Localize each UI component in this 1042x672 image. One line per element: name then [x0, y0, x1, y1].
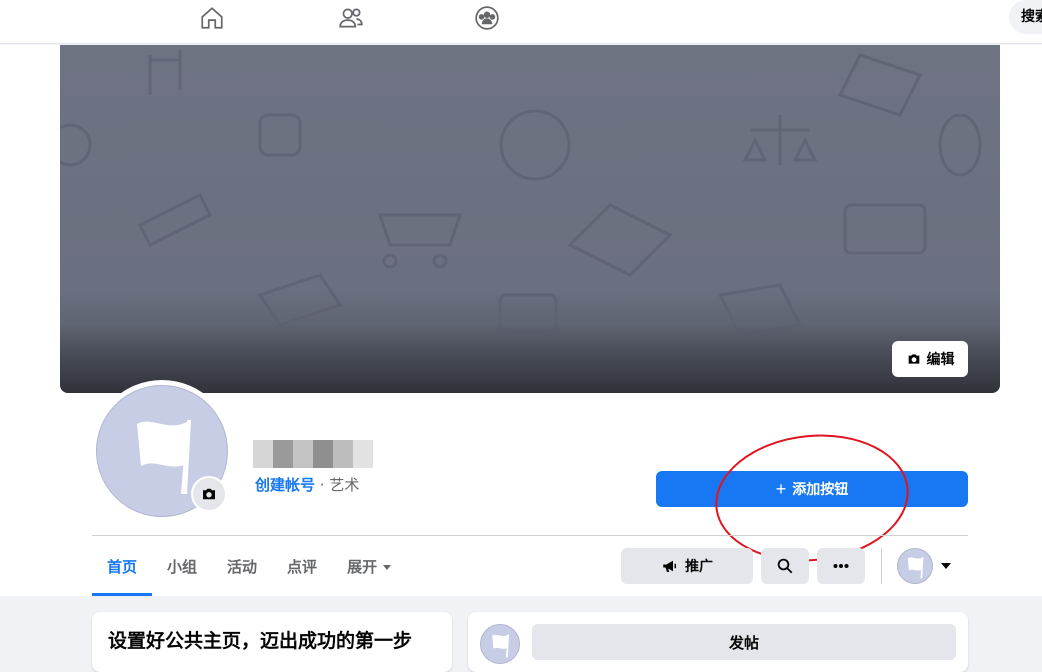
action-divider — [881, 548, 882, 584]
search-input[interactable]: 搜索 — [1009, 0, 1042, 34]
create-post-button[interactable]: 发帖 — [532, 624, 956, 660]
top-navigation-bar: 搜索 — [0, 0, 1042, 44]
cover-photo[interactable]: 编辑 — [60, 45, 1000, 393]
plus-icon: + — [775, 478, 787, 499]
tab-label: 展开 — [347, 557, 378, 576]
page-category: 艺术 — [329, 476, 360, 494]
edit-cover-label: 编辑 — [926, 351, 955, 367]
search-icon — [777, 558, 793, 574]
profile-picture-frame — [91, 380, 233, 522]
promote-label: 推广 — [685, 558, 713, 574]
page-avatar — [897, 548, 933, 584]
megaphone-icon — [663, 560, 676, 572]
page-header: 编辑 创建帐号 · 艺术 + 添加按钮 首页 小组 活动 点评 展开 推广 — [0, 45, 1042, 596]
promote-button[interactable]: 推广 — [621, 548, 753, 584]
composer-card: 发帖 — [468, 612, 968, 672]
chevron-down-icon — [941, 563, 951, 569]
subtitle-separator: · — [315, 476, 330, 494]
tab-events[interactable]: 活动 — [212, 536, 272, 596]
page-name-redacted — [253, 440, 373, 468]
search-page-button[interactable] — [761, 548, 809, 584]
flag-icon — [907, 557, 924, 579]
setup-card-title: 设置好公共主页，迈出成功的第一步 — [108, 630, 413, 652]
tab-label: 点评 — [287, 557, 318, 576]
home-icon[interactable] — [197, 4, 227, 32]
add-button-label: 添加按钮 — [792, 481, 849, 497]
camera-icon — [908, 354, 919, 364]
tab-reviews[interactable]: 点评 — [272, 536, 332, 596]
tab-groups[interactable]: 小组 — [152, 536, 212, 596]
camera-icon — [203, 488, 215, 500]
setup-card: 设置好公共主页，迈出成功的第一步 — [92, 612, 452, 672]
composer-avatar — [480, 624, 520, 664]
tab-label: 活动 — [227, 557, 258, 576]
more-options-button[interactable] — [817, 548, 865, 584]
account-switcher[interactable] — [897, 548, 959, 584]
friends-icon[interactable] — [336, 4, 366, 32]
tab-more[interactable]: 展开 — [332, 536, 406, 596]
update-profile-picture-button[interactable] — [191, 476, 227, 512]
add-button[interactable]: + 添加按钮 — [656, 471, 968, 507]
more-icon — [833, 564, 849, 568]
post-label: 发帖 — [728, 634, 759, 652]
groups-icon[interactable] — [472, 4, 502, 32]
flag-icon — [492, 634, 510, 658]
tab-home[interactable]: 首页 — [92, 536, 153, 596]
tab-label: 首页 — [107, 557, 138, 576]
cover-shade — [60, 323, 1000, 393]
tab-label: 小组 — [167, 557, 198, 576]
page-tabs: 首页 小组 活动 点评 展开 — [92, 536, 406, 596]
chevron-down-icon — [383, 564, 392, 570]
page-subtitle: 创建帐号 · 艺术 — [255, 474, 359, 495]
create-account-link[interactable]: 创建帐号 — [255, 476, 315, 494]
edit-cover-button[interactable]: 编辑 — [892, 341, 968, 377]
